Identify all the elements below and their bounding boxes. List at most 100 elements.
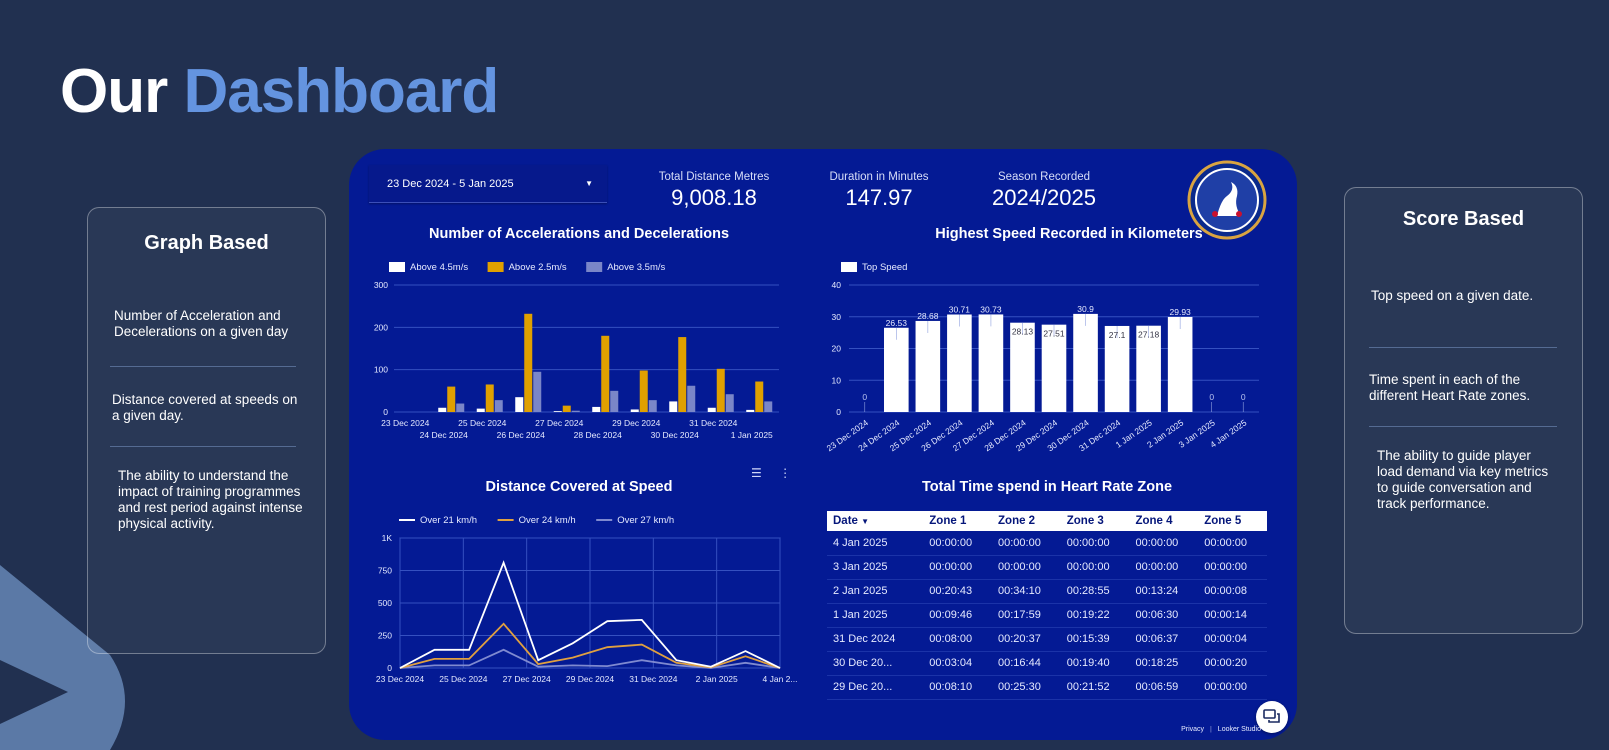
date-range-value: 23 Dec 2024 - 5 Jan 2025 [387, 177, 514, 190]
x-tick-label: 4 Jan 2... [763, 674, 798, 684]
bar [947, 314, 972, 412]
sort-desc-icon: ▼ [861, 517, 870, 526]
table-cell: 00:00:14 [1198, 603, 1267, 628]
graph-based-card: Graph Based Number of Acceleration and D… [87, 207, 326, 654]
y-tick-label: 0 [387, 663, 392, 673]
table-cell: 00:16:44 [992, 651, 1061, 676]
x-tick-label: 27 Dec 2024 [503, 674, 551, 684]
table-cell: 00:00:00 [1060, 555, 1130, 580]
x-tick-label: 28 Dec 2024 [574, 430, 622, 440]
column-header-zone3[interactable]: Zone 3 [1060, 511, 1130, 531]
legend-label: Above 4.5m/s [410, 262, 468, 273]
score-based-card: Score Based Top speed on a given date. T… [1344, 187, 1583, 634]
table-cell: 00:20:37 [992, 627, 1061, 652]
table-cell: 00:00:20 [1198, 651, 1267, 676]
kpi-value: 2024/2025 [992, 185, 1096, 210]
table-cell: 00:25:30 [992, 675, 1061, 700]
bar [687, 385, 696, 412]
filter-icon[interactable]: ☰ [751, 466, 762, 480]
top-speed-chart: Top Speed010203040023 Dec 202426.5324 De… [825, 262, 1259, 453]
table-cell: 00:00:00 [1198, 555, 1267, 580]
data-label: 27.51 [1043, 329, 1065, 339]
accel-chart-title: Number of Accelerations and Deceleration… [428, 226, 730, 242]
table-cell: 00:00:00 [1129, 531, 1199, 556]
data-label: 27.1 [1109, 330, 1126, 340]
x-tick-label: 26 Dec 2024 [497, 430, 545, 440]
bar [716, 368, 725, 412]
column-header-date[interactable]: Date ▼ [827, 511, 924, 531]
legend-label: Over 21 km/h [420, 515, 477, 526]
column-header-zone4[interactable]: Zone 4 [1129, 511, 1199, 531]
graph-based-item-3: The ability to understand the impact of … [118, 468, 303, 531]
bar [456, 403, 465, 412]
table-cell: 00:00:00 [992, 531, 1061, 556]
heart-rate-table-title: Total Time spend in Heart Rate Zone [921, 479, 1173, 495]
legend-label: Over 27 km/h [617, 515, 674, 526]
graph-based-item-1: Number of Acceleration and Decelerations… [114, 308, 289, 339]
table-cell: 00:34:10 [992, 579, 1061, 604]
y-tick-label: 0 [383, 407, 388, 417]
bar [678, 337, 687, 412]
table-cell: 00:00:00 [923, 531, 993, 556]
table-cell: 00:00:00 [923, 555, 993, 580]
column-header-zone1[interactable]: Zone 1 [923, 511, 993, 531]
chart-toolbar: ☰ ⋮ [751, 466, 791, 480]
kpi-value: 9,008.18 [671, 185, 757, 210]
legend-swatch [586, 262, 603, 272]
legend-swatch [389, 262, 405, 272]
data-label: 27.18 [1138, 330, 1160, 340]
x-tick-label: 23 Dec 2024 [376, 674, 424, 684]
table-row: 2 Jan 2025 00:20:43 00:34:10 00:28:55 00:13:… [827, 579, 1267, 604]
bar [669, 401, 678, 412]
x-tick-label: 31 Dec 2024 [689, 418, 737, 428]
bar [648, 400, 657, 412]
data-label: 28.13 [1012, 327, 1034, 337]
kpi-season: Season Recorded 2024/2025 [979, 171, 1109, 211]
bar [610, 390, 619, 412]
table-cell: 00:00:00 [992, 555, 1061, 580]
kpi-label: Total Distance Metres [658, 171, 770, 183]
table-cell: 1 Jan 2025 [827, 603, 924, 628]
bar [746, 409, 755, 412]
table-cell: 00:15:39 [1060, 627, 1130, 652]
speed-chart-title: Highest Speed Recorded in Kilometers [935, 226, 1203, 242]
bar [571, 410, 580, 412]
bar [494, 400, 503, 412]
divider [1369, 426, 1557, 427]
kpi-label: Season Recorded [997, 171, 1091, 183]
table-cell: 4 Jan 2025 [827, 531, 924, 556]
data-label: 30.71 [949, 304, 971, 314]
divider [1369, 347, 1557, 348]
column-header-zone5[interactable]: Zone 5 [1198, 511, 1267, 531]
data-label: 0 [1241, 392, 1246, 402]
bar [438, 407, 447, 412]
more-options-icon[interactable]: ⋮ [779, 466, 791, 480]
table-row: 1 Jan 2025 00:09:46 00:17:59 00:19:22 00:06:… [827, 603, 1267, 628]
table-cell: 00:17:59 [992, 603, 1061, 628]
x-tick-label: 1 Jan 2025 [731, 430, 773, 440]
page-title: Our Dashboard [60, 56, 499, 127]
x-tick-label: 25 Dec 2024 [439, 674, 487, 684]
distance-chart-title: Distance Covered at Speed [485, 479, 673, 495]
legend-label: Above 3.5m/s [607, 262, 665, 273]
table-cell: 00:21:52 [1060, 675, 1130, 700]
kpi-total-distance: Total Distance Metres 9,008.18 [649, 171, 779, 211]
y-tick-label: 500 [378, 598, 392, 608]
y-tick-label: 250 [378, 631, 392, 641]
table-cell: 00:06:30 [1129, 603, 1199, 628]
legend-label: Above 2.5m/s [509, 262, 567, 273]
column-header-zone2[interactable]: Zone 2 [992, 511, 1061, 531]
date-range-picker[interactable]: 23 Dec 2024 - 5 Jan 2025 ▼ [369, 165, 607, 203]
data-label: 26.53 [886, 318, 908, 328]
y-tick-label: 0 [836, 407, 841, 417]
score-based-item-1: Top speed on a given date. [1371, 288, 1534, 303]
bar [553, 411, 562, 412]
looker-studio-link[interactable]: Looker Studio [1218, 726, 1261, 733]
table-cell: 00:00:00 [1198, 675, 1267, 700]
privacy-link[interactable]: Privacy [1181, 726, 1204, 733]
bar [978, 314, 1004, 412]
column-label: Date [833, 515, 858, 527]
data-label: 29.93 [1170, 307, 1192, 317]
chat-icon [1263, 709, 1280, 723]
bar [524, 313, 533, 412]
